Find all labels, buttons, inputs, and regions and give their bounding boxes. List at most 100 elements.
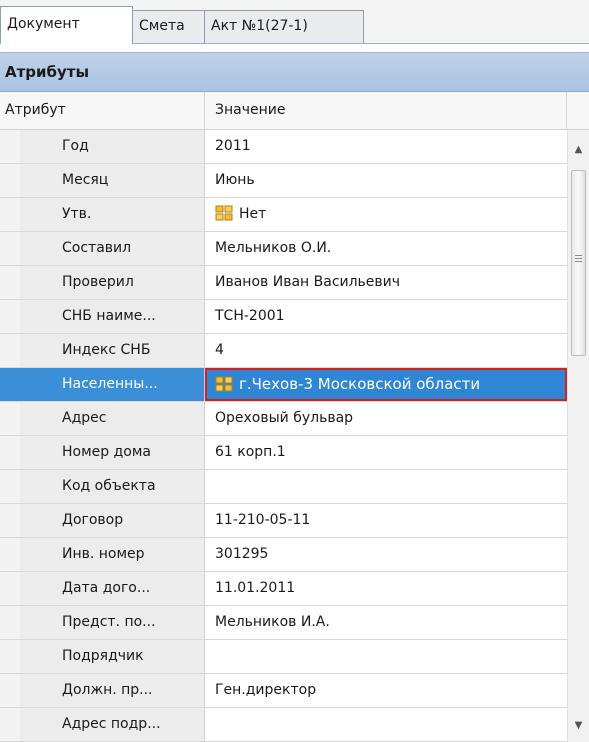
table-row[interactable]: СНБ наиме... ТСН-2001 bbox=[0, 300, 567, 334]
attribute-name-cell[interactable]: Месяц bbox=[20, 164, 205, 197]
attribute-value-cell[interactable]: 2011 bbox=[205, 130, 567, 163]
row-indent bbox=[0, 436, 21, 469]
row-indent bbox=[0, 708, 21, 741]
table-row[interactable]: Индекс СНБ 4 bbox=[0, 334, 567, 368]
attribute-value-cell[interactable]: Июнь bbox=[205, 164, 567, 197]
attribute-value-cell[interactable]: Мельников И.А. bbox=[205, 606, 567, 639]
row-indent bbox=[0, 402, 21, 435]
attribute-value-cell[interactable]: 11.01.2011 bbox=[205, 572, 567, 605]
attribute-name-cell[interactable]: Код объекта bbox=[20, 470, 205, 503]
table-row[interactable]: Год 2011 bbox=[0, 130, 567, 164]
value-text: Иванов Иван Васильевич bbox=[215, 274, 401, 290]
tab-strip: Документ Смета Акт №1(27-1) bbox=[0, 0, 589, 44]
attribute-name-cell[interactable]: Год bbox=[20, 130, 205, 163]
tab-document[interactable]: Документ bbox=[0, 6, 133, 44]
row-indent bbox=[0, 674, 21, 707]
attribute-value-cell[interactable]: Иванов Иван Васильевич bbox=[205, 266, 567, 299]
attribute-value-cell[interactable]: Ореховый бульвар bbox=[205, 402, 567, 435]
attribute-value-cell[interactable]: 61 корп.1 bbox=[205, 436, 567, 469]
attribute-name-cell[interactable]: Инв. номер bbox=[20, 538, 205, 571]
value-text: 301295 bbox=[215, 546, 269, 562]
attribute-name-cell[interactable]: Населенны... bbox=[20, 368, 205, 401]
attribute-value-cell[interactable]: 301295 bbox=[205, 538, 567, 571]
attribute-value-cell[interactable] bbox=[205, 640, 567, 673]
attribute-name-cell[interactable]: Предст. по... bbox=[20, 606, 205, 639]
attribute-name-cell[interactable]: СНБ наиме... bbox=[20, 300, 205, 333]
row-indent bbox=[0, 130, 21, 163]
value-text: 11.01.2011 bbox=[215, 580, 296, 596]
table-row[interactable]: Номер дома 61 корп.1 bbox=[0, 436, 567, 470]
attribute-name-cell[interactable]: Дата дого... bbox=[20, 572, 205, 605]
grip-icon bbox=[575, 255, 582, 265]
attribute-value-cell[interactable]: Ген.директор bbox=[205, 674, 567, 707]
value-text: 4 bbox=[215, 342, 224, 358]
table-row[interactable]: Утв. Нет bbox=[0, 198, 567, 232]
row-indent bbox=[0, 266, 21, 299]
row-indent bbox=[0, 300, 21, 333]
row-indent bbox=[0, 470, 21, 503]
attribute-name-cell[interactable]: Подрядчик bbox=[20, 640, 205, 673]
attribute-value-cell[interactable] bbox=[205, 470, 567, 503]
scroll-thumb[interactable] bbox=[571, 170, 586, 356]
attribute-value-cell[interactable]: 4 bbox=[205, 334, 567, 367]
table-row[interactable]: Населенны... г.Чехов-3 Московской области bbox=[0, 368, 567, 402]
column-header-filler bbox=[567, 92, 589, 130]
tab-act[interactable]: Акт №1(27-1) bbox=[204, 10, 364, 43]
value-text: Ген.директор bbox=[215, 682, 317, 698]
scroll-up-arrow-icon[interactable]: ▲ bbox=[568, 138, 589, 162]
value-text: г.Чехов-3 Московской области bbox=[239, 375, 481, 393]
attribute-value-cell[interactable]: Нет bbox=[205, 198, 567, 231]
value-text: 11-210-05-11 bbox=[215, 512, 311, 528]
lookup-icon[interactable] bbox=[215, 374, 233, 392]
row-indent bbox=[0, 538, 21, 571]
table-row[interactable]: Месяц Июнь bbox=[0, 164, 567, 198]
attribute-name-cell[interactable]: Индекс СНБ bbox=[20, 334, 205, 367]
value-text: Мельников И.А. bbox=[215, 614, 330, 630]
row-indent bbox=[0, 504, 21, 537]
row-indent bbox=[0, 572, 21, 605]
lookup-icon[interactable] bbox=[215, 201, 233, 221]
table-row[interactable]: Инв. номер 301295 bbox=[0, 538, 567, 572]
attribute-name-cell[interactable]: Адрес bbox=[20, 402, 205, 435]
attribute-value-cell[interactable]: 11-210-05-11 bbox=[205, 504, 567, 537]
value-text: ТСН-2001 bbox=[215, 308, 285, 324]
vertical-scrollbar[interactable]: ▲ ▼ bbox=[567, 130, 589, 742]
row-indent bbox=[0, 334, 21, 367]
attribute-name-cell[interactable]: Проверил bbox=[20, 266, 205, 299]
attribute-name-cell[interactable]: Договор bbox=[20, 504, 205, 537]
row-indent bbox=[0, 368, 21, 401]
property-grid: Год 2011 Месяц Июнь Утв. Нет Составил Мельников… bbox=[0, 130, 567, 742]
attribute-value-cell[interactable]: г.Чехов-3 Московской области bbox=[205, 368, 567, 401]
value-text: 61 корп.1 bbox=[215, 444, 286, 460]
row-indent bbox=[0, 164, 21, 197]
attribute-value-cell[interactable]: Мельников О.И. bbox=[205, 232, 567, 265]
scroll-down-arrow-icon[interactable]: ▼ bbox=[568, 714, 589, 738]
table-row[interactable]: Проверил Иванов Иван Васильевич bbox=[0, 266, 567, 300]
value-text: Июнь bbox=[215, 172, 255, 188]
table-row[interactable]: Предст. по... Мельников И.А. bbox=[0, 606, 567, 640]
group-header-attributes[interactable]: Атрибуты bbox=[0, 52, 589, 92]
table-row[interactable]: Дата дого... 11.01.2011 bbox=[0, 572, 567, 606]
attribute-name-cell[interactable]: Адрес подр... bbox=[20, 708, 205, 741]
column-header-value[interactable]: Значение bbox=[205, 92, 567, 130]
attribute-name-cell[interactable]: Составил bbox=[20, 232, 205, 265]
table-row[interactable]: Адрес Ореховый бульвар bbox=[0, 402, 567, 436]
table-row[interactable]: Составил Мельников О.И. bbox=[0, 232, 567, 266]
value-text: 2011 bbox=[215, 138, 251, 154]
attribute-value-cell[interactable] bbox=[205, 708, 567, 741]
table-row[interactable]: Код объекта bbox=[0, 470, 567, 504]
value-text: Нет bbox=[239, 206, 267, 222]
table-row[interactable]: Договор 11-210-05-11 bbox=[0, 504, 567, 538]
attribute-value-cell[interactable]: ТСН-2001 bbox=[205, 300, 567, 333]
attribute-name-cell[interactable]: Должн. пр... bbox=[20, 674, 205, 707]
table-row[interactable]: Подрядчик bbox=[0, 640, 567, 674]
attribute-name-cell[interactable]: Утв. bbox=[20, 198, 205, 231]
row-indent bbox=[0, 198, 21, 231]
tab-estimate[interactable]: Смета bbox=[132, 10, 205, 43]
table-row[interactable]: Должн. пр... Ген.директор bbox=[0, 674, 567, 708]
attribute-name-cell[interactable]: Номер дома bbox=[20, 436, 205, 469]
row-indent bbox=[0, 232, 21, 265]
column-header-attribute[interactable]: Атрибут bbox=[0, 92, 205, 130]
table-row[interactable]: Адрес подр... bbox=[0, 708, 567, 742]
row-indent bbox=[0, 640, 21, 673]
